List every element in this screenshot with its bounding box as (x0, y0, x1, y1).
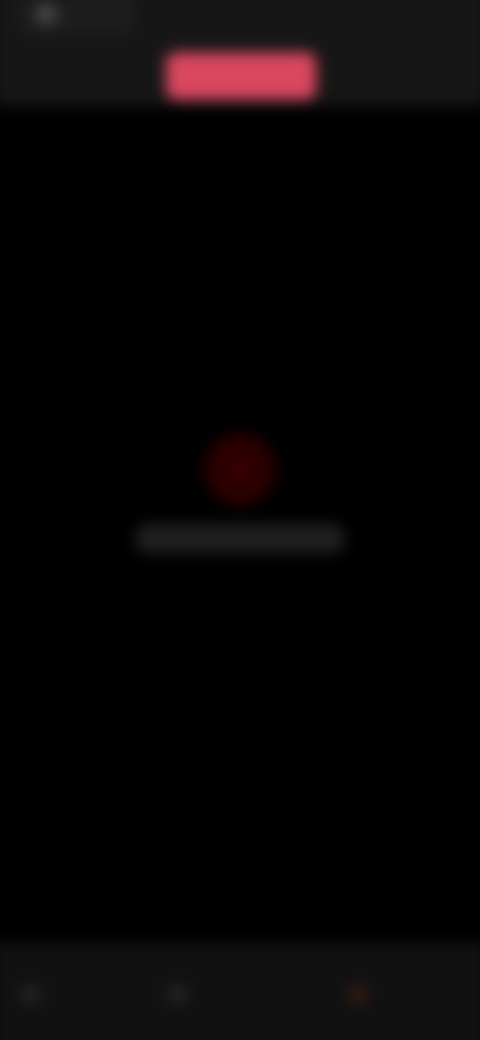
empty-state: ! (0, 417, 480, 582)
logo-icon (36, 3, 57, 25)
bottom-left-icon (21, 984, 41, 1004)
bottom-nav-right[interactable] (349, 963, 464, 1025)
nav-left-item[interactable] (7, 63, 56, 86)
app-logo[interactable] (19, 0, 135, 34)
bottom-nav-center[interactable] (167, 963, 322, 1025)
top-bar (0, 0, 480, 106)
bottom-right-icon (349, 984, 368, 1004)
primary-tab[interactable] (165, 52, 317, 100)
bottom-nav-left[interactable] (21, 963, 146, 1025)
nav-right-item[interactable] (405, 63, 473, 86)
bottom-center-icon (167, 984, 187, 1004)
bottom-nav (0, 942, 480, 1040)
status-message (134, 524, 346, 553)
header-row (0, 0, 480, 42)
navigation-tabs (0, 48, 480, 102)
alert-icon: ! (203, 433, 277, 506)
app-screen: ! (0, 0, 480, 1040)
